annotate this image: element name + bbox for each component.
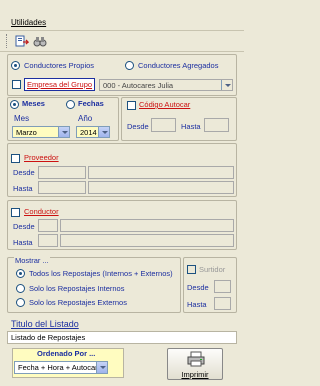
codigo-hasta-input[interactable] <box>204 118 229 132</box>
conductor-hasta-code[interactable] <box>38 234 58 247</box>
fechas-label: Fechas <box>78 99 104 108</box>
surtidor-hasta-label: Hasta <box>187 300 207 309</box>
conductor-desde-name[interactable] <box>60 219 234 232</box>
titulo-value: Listado de Repostajes <box>11 333 86 342</box>
mes-value: Marzo <box>16 128 37 137</box>
empresa-combo[interactable]: 000 - Autocares Julia <box>99 79 233 91</box>
meses-label: Meses <box>22 99 45 108</box>
empresa-label: Empresa del Grupo <box>24 78 96 91</box>
proveedor-checkbox[interactable] <box>11 154 20 163</box>
binoculars-icon[interactable] <box>33 34 47 48</box>
fechas-radio[interactable] <box>66 100 75 109</box>
mes-combo[interactable]: Marzo <box>12 126 70 138</box>
mostrar-externos-radio[interactable] <box>16 298 25 307</box>
mostrar-todos-label: Todos los Repostajes (Internos + Externo… <box>29 269 173 278</box>
ano-value: 2014 <box>80 128 97 137</box>
conductores-propios-radio[interactable] <box>11 61 20 70</box>
menu-utilidades[interactable]: Utilidades <box>11 18 46 27</box>
proveedor-desde-label: Desde <box>13 168 35 177</box>
proveedor-desde-code[interactable] <box>38 166 86 179</box>
conductor-hasta-name[interactable] <box>60 234 234 247</box>
chevron-down-icon[interactable] <box>96 362 107 373</box>
toolbar-grip <box>6 34 8 48</box>
titulo-label: Titulo del Listado <box>11 319 79 329</box>
mostrar-internos-label: Solo los Repostajes Internos <box>29 284 125 293</box>
codigo-checkbox[interactable] <box>127 101 136 110</box>
meses-radio[interactable] <box>10 100 19 109</box>
mostrar-title: Mostrar ... <box>14 256 50 265</box>
conductor-checkbox[interactable] <box>11 208 20 217</box>
surtidor-checkbox[interactable] <box>187 265 196 274</box>
imprimir-label: Imprimir <box>181 370 209 379</box>
titulo-input[interactable]: Listado de Repostajes <box>7 331 237 344</box>
printer-icon <box>187 351 205 367</box>
ano-combo[interactable]: 2014 <box>76 126 110 138</box>
codigo-desde-label: Desde <box>127 122 149 131</box>
conductor-desde-code[interactable] <box>38 219 58 232</box>
surtidor-label: Surtidor <box>199 265 226 274</box>
proveedor-label: Proveedor <box>24 153 59 162</box>
empresa-value: 000 - Autocares Julia <box>103 81 174 90</box>
ano-label: Año <box>78 114 93 123</box>
conductor-label: Conductor <box>24 207 59 216</box>
surtidor-hasta-input[interactable] <box>214 297 231 310</box>
ordenado-label: Ordenado Por ... <box>37 349 96 358</box>
imprimir-button[interactable]: Imprimir <box>167 348 223 380</box>
mostrar-externos-label: Solo los Repostajes Externos <box>29 298 127 307</box>
proveedor-hasta-label: Hasta <box>13 184 33 193</box>
mostrar-todos-radio[interactable] <box>16 269 25 278</box>
mostrar-internos-radio[interactable] <box>16 284 25 293</box>
surtidor-desde-input[interactable] <box>214 280 231 293</box>
codigo-label: Código Autocar <box>139 100 191 109</box>
chevron-down-icon[interactable] <box>98 127 109 137</box>
conductores-agregados-radio[interactable] <box>125 61 134 70</box>
proveedor-hasta-name[interactable] <box>88 181 234 194</box>
conductores-agregados-label: Conductores Agregados <box>138 61 219 70</box>
export-icon[interactable] <box>15 34 30 48</box>
codigo-hasta-label: Hasta <box>181 122 201 131</box>
chevron-down-icon[interactable] <box>58 127 69 137</box>
conductor-desde-label: Desde <box>13 222 35 231</box>
ordenado-value: Fecha + Hora + Autocar <box>18 363 98 372</box>
proveedor-desde-name[interactable] <box>88 166 234 179</box>
conductores-propios-label: Conductores Propios <box>24 61 95 70</box>
ordenado-combo[interactable]: Fecha + Hora + Autocar <box>14 361 108 374</box>
empresa-checkbox[interactable] <box>12 80 21 89</box>
codigo-desde-input[interactable] <box>151 118 176 132</box>
surtidor-desde-label: Desde <box>187 283 209 292</box>
conductor-hasta-label: Hasta <box>13 238 33 247</box>
chevron-down-icon[interactable] <box>221 80 232 90</box>
proveedor-hasta-code[interactable] <box>38 181 86 194</box>
mes-label: Mes <box>14 114 30 123</box>
